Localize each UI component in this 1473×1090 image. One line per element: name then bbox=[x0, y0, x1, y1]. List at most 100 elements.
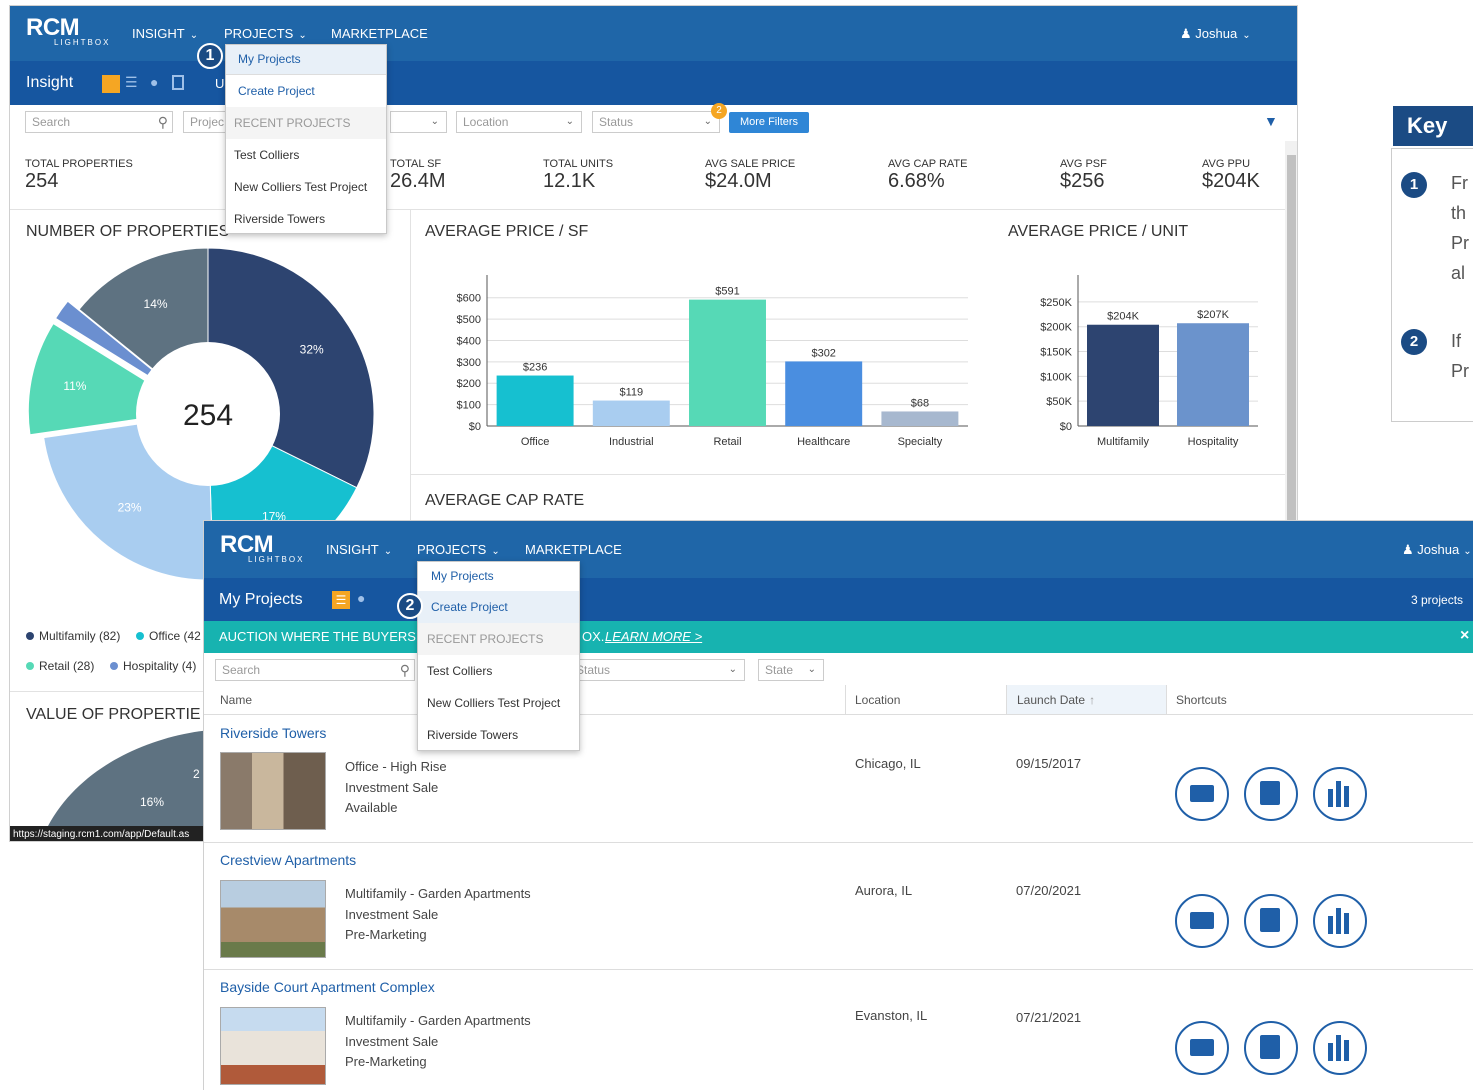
menu-recent-item[interactable]: Riverside Towers bbox=[226, 203, 386, 235]
y-tick-label: $0 bbox=[1060, 421, 1072, 433]
y-tick-label: $600 bbox=[457, 293, 481, 305]
table-row: Crestview Apartments Multifamily - Garde… bbox=[204, 843, 1473, 970]
user-menu[interactable]: ♟ Joshua ⌄ bbox=[1180, 26, 1251, 42]
column-launch-date-bg[interactable]: Launch Date ↑ bbox=[1006, 685, 1166, 714]
donut-slice-label: 32% bbox=[300, 343, 324, 357]
nav-marketplace[interactable]: MARKETPLACE bbox=[331, 26, 428, 41]
menu-create-project[interactable]: Create Project bbox=[418, 591, 579, 623]
search-input[interactable]: Search ⚲ bbox=[215, 659, 415, 681]
menu-recent-item[interactable]: Riverside Towers bbox=[418, 719, 579, 751]
list-view-icon[interactable]: ☰ bbox=[332, 591, 350, 609]
project-thumbnail[interactable] bbox=[220, 1007, 326, 1085]
stat-avg-ppu: AVG PPU $204K bbox=[1202, 158, 1260, 192]
y-tick-label: $150K bbox=[1040, 347, 1072, 359]
chart-view-icon[interactable] bbox=[102, 75, 120, 93]
legend-multifamily: Multifamily (82) bbox=[26, 629, 120, 643]
bar-retail[interactable] bbox=[689, 299, 766, 426]
bar-multifamily[interactable] bbox=[1087, 324, 1159, 426]
close-icon[interactable]: × bbox=[1460, 627, 1469, 645]
legend-office: Office (42 bbox=[136, 629, 201, 643]
status-filter[interactable]: Status ⌄ bbox=[592, 111, 720, 133]
avg-cap-rate-title: AVERAGE CAP RATE bbox=[425, 492, 585, 509]
column-launch-date: Launch Date ↑ bbox=[1017, 693, 1096, 707]
status-filter[interactable]: Status ⌄ bbox=[569, 659, 745, 681]
project-thumbnail[interactable] bbox=[220, 752, 326, 830]
menu-my-projects[interactable]: My Projects bbox=[418, 562, 579, 591]
stat-avg-cap-rate: AVG CAP RATE 6.68% bbox=[888, 158, 968, 192]
chevron-down-icon: ⌄ bbox=[807, 664, 816, 675]
secure-document-shortcut-icon[interactable] bbox=[1244, 894, 1298, 948]
project-sale-type: Investment Sale bbox=[345, 1034, 439, 1049]
project-thumbnail[interactable] bbox=[220, 880, 326, 958]
scrollbar-thumb[interactable] bbox=[1287, 155, 1296, 535]
document-icon[interactable] bbox=[172, 75, 184, 90]
menu-my-projects[interactable]: My Projects bbox=[226, 45, 386, 74]
map-pin-icon[interactable]: ● bbox=[150, 74, 158, 90]
bar-specialty[interactable] bbox=[881, 411, 959, 426]
map-pin-icon[interactable]: ● bbox=[357, 590, 365, 606]
filter-dropdown[interactable]: ⌄ bbox=[390, 111, 447, 133]
column-name[interactable]: Name bbox=[220, 693, 252, 707]
logo: RCM LIGHTBOX bbox=[220, 531, 305, 564]
menu-recent-item[interactable]: Test Colliers bbox=[226, 139, 386, 171]
tab-u[interactable]: U bbox=[215, 76, 224, 91]
key-title: Key bbox=[1393, 106, 1473, 146]
y-tick-label: $300 bbox=[457, 357, 481, 369]
project-name-link[interactable]: Riverside Towers bbox=[220, 725, 326, 741]
location-filter[interactable]: Location ⌄ bbox=[456, 111, 582, 133]
project-type: Office - High Rise bbox=[345, 759, 447, 774]
analytics-shortcut-icon[interactable] bbox=[1313, 894, 1367, 948]
more-filters-button[interactable]: More Filters bbox=[729, 112, 809, 133]
project-status: Available bbox=[345, 800, 398, 815]
learn-more-link[interactable]: LEARN MORE > bbox=[605, 629, 702, 644]
project-count: 3 projects bbox=[1411, 593, 1464, 607]
y-tick-label: $200 bbox=[457, 378, 481, 390]
projects-screenshot: RCM LIGHTBOX INSIGHT ⌄ PROJECTS ⌄ MARKETPL… bbox=[203, 520, 1473, 1090]
secure-document-shortcut-icon[interactable] bbox=[1244, 767, 1298, 821]
page-title: My Projects bbox=[219, 591, 303, 608]
project-name-link[interactable]: Bayside Court Apartment Complex bbox=[220, 979, 435, 995]
key-text-1: Fr th Pr al bbox=[1451, 173, 1469, 283]
projects-menu: My Projects Create Project RECENT PROJEC… bbox=[417, 561, 580, 751]
list-view-icon[interactable]: ☰ bbox=[125, 74, 138, 91]
email-shortcut-icon[interactable] bbox=[1175, 894, 1229, 948]
clear-filter-icon[interactable]: ▼ bbox=[1264, 113, 1278, 129]
bar-industrial[interactable] bbox=[592, 400, 670, 426]
project-location: Chicago, IL bbox=[855, 756, 921, 771]
analytics-shortcut-icon[interactable] bbox=[1313, 767, 1367, 821]
chevron-down-icon: ⌄ bbox=[430, 116, 439, 127]
email-shortcut-icon[interactable] bbox=[1175, 1021, 1229, 1075]
bar-office[interactable] bbox=[496, 375, 574, 426]
menu-recent-item[interactable]: New Colliers Test Project bbox=[226, 171, 386, 203]
search-input[interactable]: Search ⚲ bbox=[25, 111, 173, 133]
state-filter[interactable]: State ⌄ bbox=[758, 659, 824, 681]
nav-marketplace[interactable]: MARKETPLACE bbox=[525, 542, 622, 557]
nav-projects[interactable]: PROJECTS ⌄ bbox=[224, 26, 307, 41]
nav-projects[interactable]: PROJECTS ⌄ bbox=[417, 542, 500, 557]
menu-recent-item[interactable]: Test Colliers bbox=[418, 655, 579, 687]
menu-recent-item[interactable]: New Colliers Test Project bbox=[418, 687, 579, 719]
divider bbox=[410, 474, 1285, 475]
column-location[interactable]: Location bbox=[855, 693, 900, 707]
user-menu[interactable]: ♟ Joshua ⌄ bbox=[1402, 542, 1472, 558]
bar-healthcare[interactable] bbox=[785, 361, 863, 426]
table-row: Bayside Court Apartment Complex Multifam… bbox=[204, 970, 1473, 1090]
nav-insight[interactable]: INSIGHT ⌄ bbox=[132, 26, 198, 41]
bar-hospitality[interactable] bbox=[1177, 323, 1249, 426]
menu-create-project[interactable]: Create Project bbox=[226, 75, 386, 107]
nav-insight[interactable]: INSIGHT ⌄ bbox=[326, 542, 392, 557]
donut-center-label: 254 bbox=[183, 399, 233, 432]
avg-price-unit-chart: $0 $50K $100K $150K $200K $250K $204K Multifami… bbox=[1040, 275, 1258, 448]
secure-document-shortcut-icon[interactable] bbox=[1244, 1021, 1298, 1075]
y-tick-label: $0 bbox=[469, 421, 481, 433]
bar-data-label: $302 bbox=[811, 347, 835, 359]
value-pie-label: 16% bbox=[140, 795, 164, 809]
project-launch-date: 07/21/2021 bbox=[1016, 1010, 1082, 1025]
email-shortcut-icon[interactable] bbox=[1175, 767, 1229, 821]
analytics-shortcut-icon[interactable] bbox=[1313, 1021, 1367, 1075]
stat-total-sf: TOTAL SF 26.4M bbox=[390, 158, 446, 192]
y-tick-label: $400 bbox=[457, 335, 481, 347]
banner-text: AUCTION WHERE THE BUYERS bbox=[219, 629, 416, 644]
donut-slice-label: 11% bbox=[63, 379, 86, 393]
project-name-link[interactable]: Crestview Apartments bbox=[220, 852, 356, 868]
